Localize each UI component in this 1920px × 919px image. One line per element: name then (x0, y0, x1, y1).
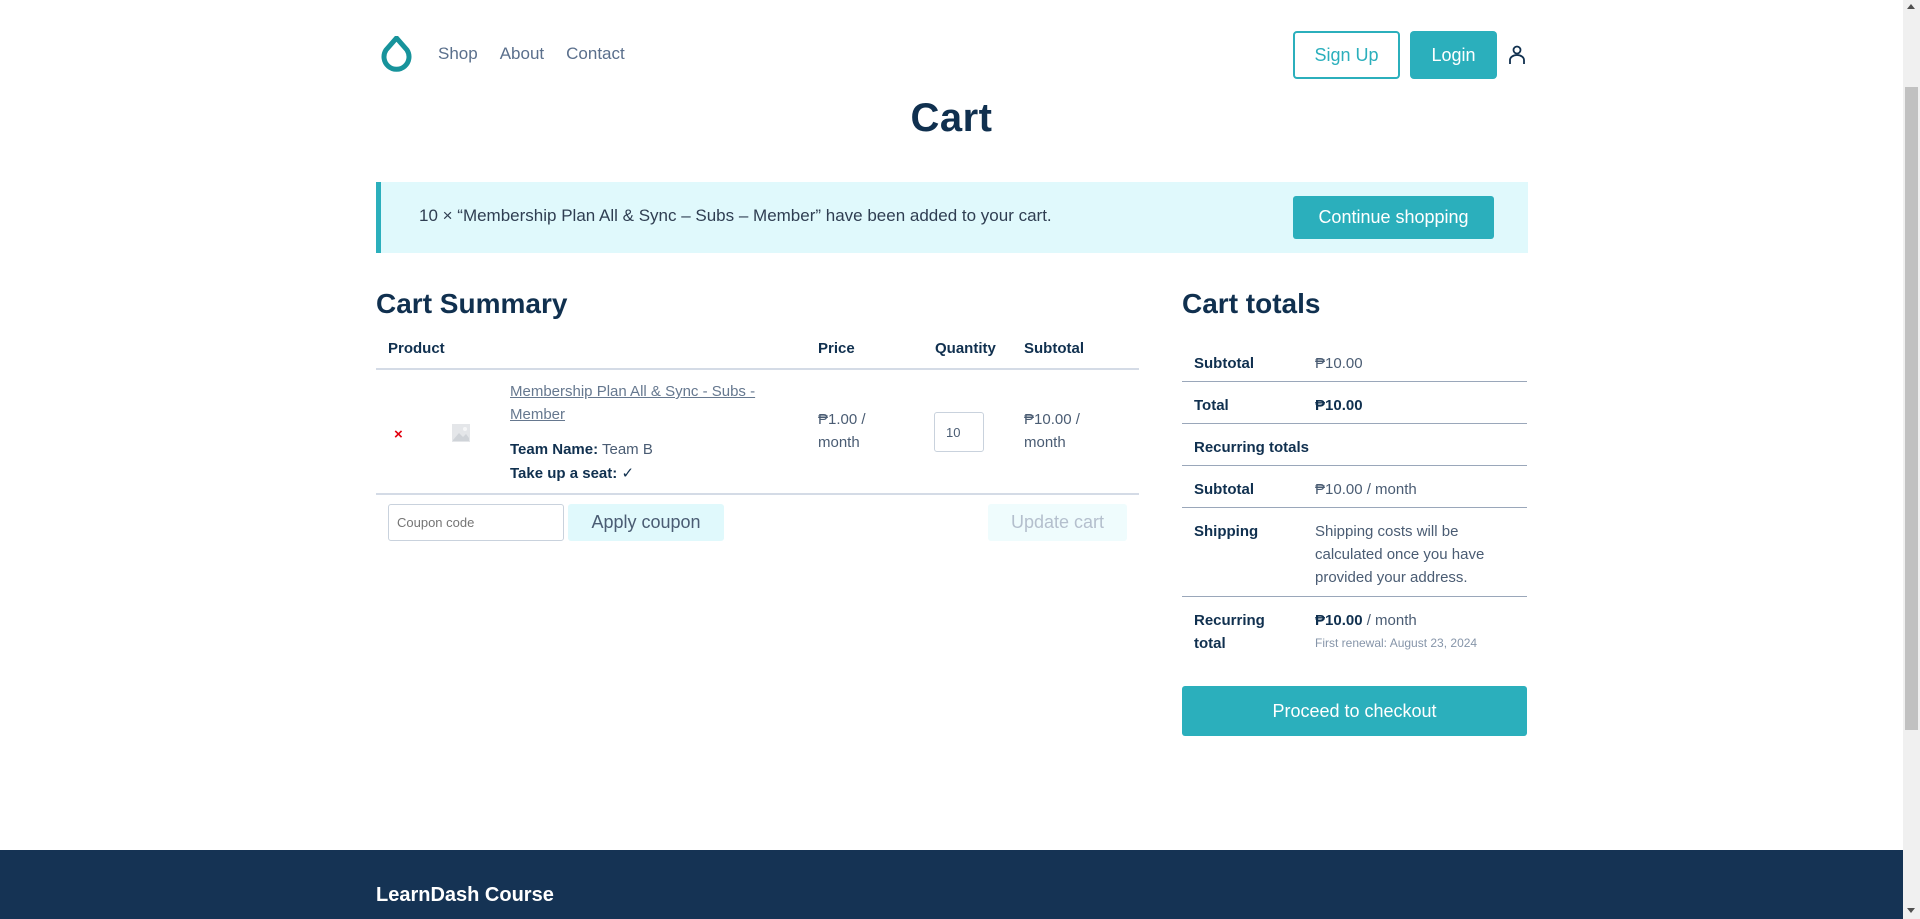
cart-summary-heading: Cart Summary (376, 288, 568, 319)
added-to-cart-notice: 10 × “Membership Plan All & Sync – Subs … (376, 182, 1528, 253)
totals-label: Shipping (1194, 523, 1259, 540)
page: Shop About Contact Sign Up Login Cart 10… (0, 0, 1903, 919)
nav-about[interactable]: About (500, 44, 544, 64)
main-nav: Shop About Contact (438, 44, 647, 64)
nav-shop[interactable]: Shop (438, 44, 478, 64)
totals-label: Subtotal (1194, 481, 1254, 498)
apply-coupon-button[interactable]: Apply coupon (568, 504, 724, 541)
page-title: Cart (910, 96, 993, 140)
scrollbar-thumb[interactable] (1905, 87, 1918, 730)
quantity-input[interactable]: 10 (934, 412, 984, 452)
meta-label: Take up a seat: (510, 465, 618, 482)
product-name-link[interactable]: Membership Plan All & Sync - Subs - Memb… (510, 380, 810, 426)
table-row-divider (376, 493, 1139, 495)
cart-totals-heading: Cart totals (1182, 288, 1321, 319)
shipping-note: Shipping costs will be calculated once y… (1315, 523, 1485, 586)
totals-label: Recurring totals (1194, 439, 1310, 456)
meta-value: Team B (602, 441, 653, 458)
column-header-price: Price (818, 340, 855, 357)
remove-item-icon[interactable]: × (394, 426, 403, 443)
meta-label: Team Name: (510, 441, 599, 458)
totals-value: ₱10.00 / month First renewal: August 23,… (1315, 609, 1520, 655)
meta-take-seat: Take up a seat: ✓ (510, 464, 634, 482)
item-subtotal: ₱10.00 / month (1024, 411, 1080, 451)
totals-value: ₱10.00 (1315, 397, 1363, 414)
totals-value: ₱10.00 (1315, 355, 1363, 372)
item-price: ₱1.00 / month (818, 411, 866, 451)
update-cart-button[interactable]: Update cart (988, 504, 1127, 541)
check-icon: ✓ (621, 465, 635, 482)
totals-row-total: Total ₱10.00 (1182, 382, 1527, 424)
totals-row-subtotal: Subtotal ₱10.00 (1182, 340, 1527, 382)
proceed-to-checkout-button[interactable]: Proceed to checkout (1182, 686, 1527, 736)
notice-message: 10 × “Membership Plan All & Sync – Subs … (419, 206, 1052, 225)
totals-label: Total (1194, 397, 1229, 414)
totals-value: ₱10.00 / month (1315, 481, 1417, 498)
continue-shopping-button[interactable]: Continue shopping (1293, 196, 1494, 239)
scroll-up-arrow-icon[interactable] (1907, 4, 1915, 9)
totals-row-shipping: Shipping Shipping costs will be calculat… (1182, 508, 1527, 597)
logo-droplet-icon[interactable] (380, 36, 413, 74)
column-header-subtotal: Subtotal (1024, 340, 1084, 357)
vertical-scrollbar[interactable] (1903, 0, 1920, 919)
meta-team-name: Team Name: Team B (510, 441, 653, 458)
recurring-amount: ₱10.00 (1315, 612, 1363, 629)
scroll-down-arrow-icon[interactable] (1907, 908, 1915, 913)
coupon-code-input[interactable] (388, 504, 564, 541)
first-renewal-date: First renewal: August 23, 2024 (1315, 636, 1478, 650)
site-header: Shop About Contact Sign Up Login (0, 0, 1903, 88)
column-header-product: Product (388, 340, 445, 357)
sign-up-button[interactable]: Sign Up (1293, 31, 1400, 79)
table-header-divider (376, 368, 1139, 370)
totals-row-recurring-total: Recurring total ₱10.00 / month First ren… (1182, 597, 1527, 667)
site-footer: LearnDash Course (0, 850, 1903, 919)
product-image-placeholder-icon[interactable] (452, 424, 470, 442)
cart-totals-table: Subtotal ₱10.00 Total ₱10.00 Recurring t… (1182, 340, 1527, 667)
totals-label: Subtotal (1194, 355, 1254, 372)
column-header-quantity: Quantity (935, 340, 996, 357)
user-account-icon[interactable] (1508, 45, 1526, 65)
footer-title: LearnDash Course (376, 884, 554, 906)
totals-row-recurring-subtotal: Subtotal ₱10.00 / month (1182, 466, 1527, 508)
totals-row-recurring-heading: Recurring totals (1182, 424, 1527, 466)
nav-contact[interactable]: Contact (566, 44, 625, 64)
recurring-period: / month (1362, 612, 1417, 629)
totals-label: Recurring total (1194, 612, 1265, 652)
login-button[interactable]: Login (1410, 31, 1497, 79)
